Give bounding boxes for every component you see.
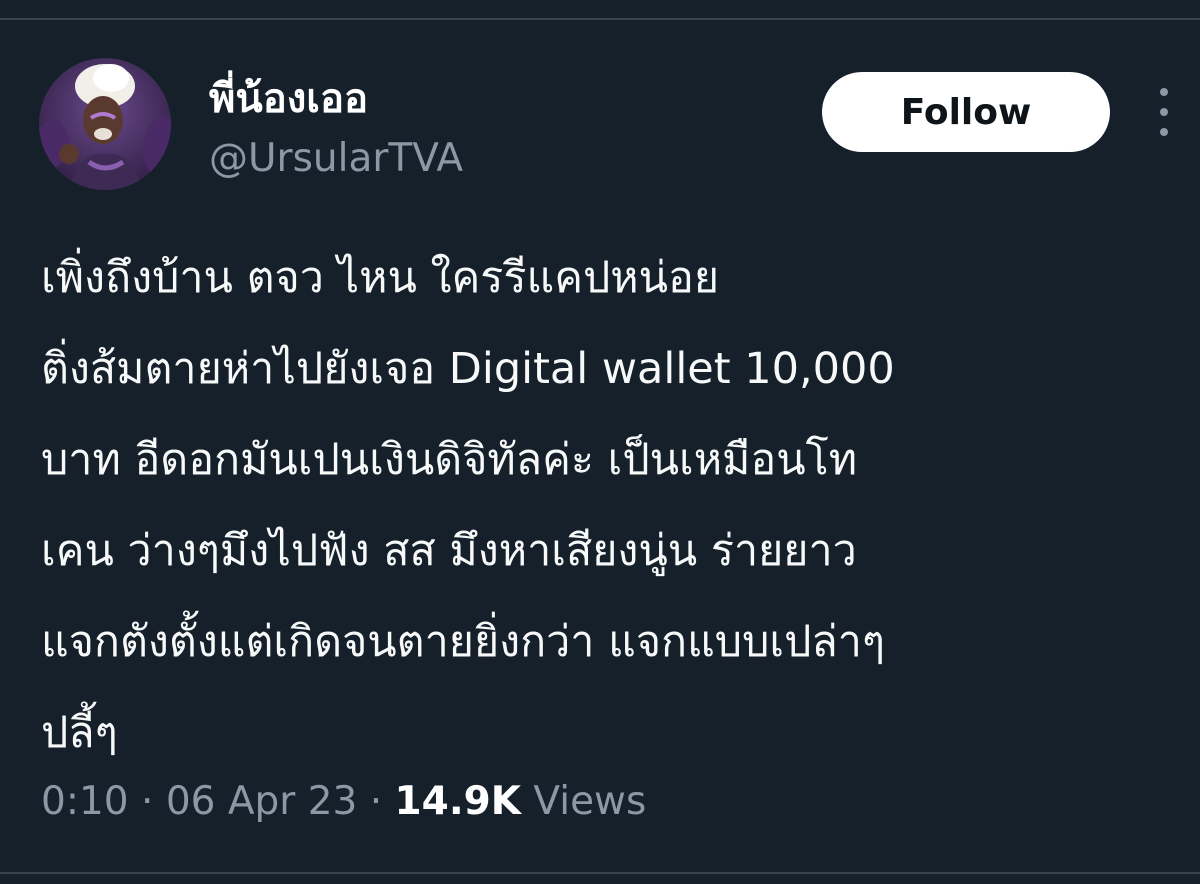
author-handle[interactable]: @UrsularTVA <box>209 134 463 184</box>
tweet-text: เพิ่งถึงบ้าน ตจว ไหน ใครรีแคปหน่อย ติ่งส… <box>41 233 1161 779</box>
views-count[interactable]: 14.9K <box>395 779 521 824</box>
tweet-line: แจกตังตั้งแต่เกิดจนตายยิ่งกว่า แจกแบบเปล… <box>41 617 885 667</box>
views-label: Views <box>533 779 647 824</box>
avatar-image <box>39 58 171 190</box>
follow-button[interactable]: Follow <box>822 72 1110 152</box>
more-dot <box>1160 108 1168 116</box>
tweet-line: เคน ว่างๆมึงไปฟัง สส มึงหาเสียงนู่น ร่าย… <box>41 526 857 576</box>
meta-separator: · <box>369 779 383 824</box>
tweet-line: บาท อีดอกมันเปนเงินดิจิทัลค่ะ เป็นเหมือน… <box>41 435 858 485</box>
top-divider <box>0 18 1200 20</box>
tweet-line: เพิ่งถึงบ้าน ตจว ไหน ใครรีแคปหน่อย <box>41 253 720 303</box>
more-dot <box>1160 88 1168 96</box>
tweet-line: ปลี้ๆ <box>41 708 118 758</box>
more-options-icon[interactable] <box>1146 88 1182 136</box>
author-display-name[interactable]: พี่น้องเออ <box>209 73 368 125</box>
tweet-line: ติ่งส้มตายห่าไปยังเจอ Digital wallet 10,… <box>41 344 895 394</box>
more-dot <box>1160 128 1168 136</box>
avatar[interactable] <box>39 58 171 190</box>
meta-separator: · <box>141 779 154 824</box>
tweet-time[interactable]: 0:10 <box>41 779 129 824</box>
tweet-date[interactable]: 06 Apr 23 <box>166 779 358 824</box>
tweet-meta: 0:10 · 06 Apr 23 · 14.9K Views <box>41 775 646 829</box>
bottom-divider <box>0 872 1200 874</box>
